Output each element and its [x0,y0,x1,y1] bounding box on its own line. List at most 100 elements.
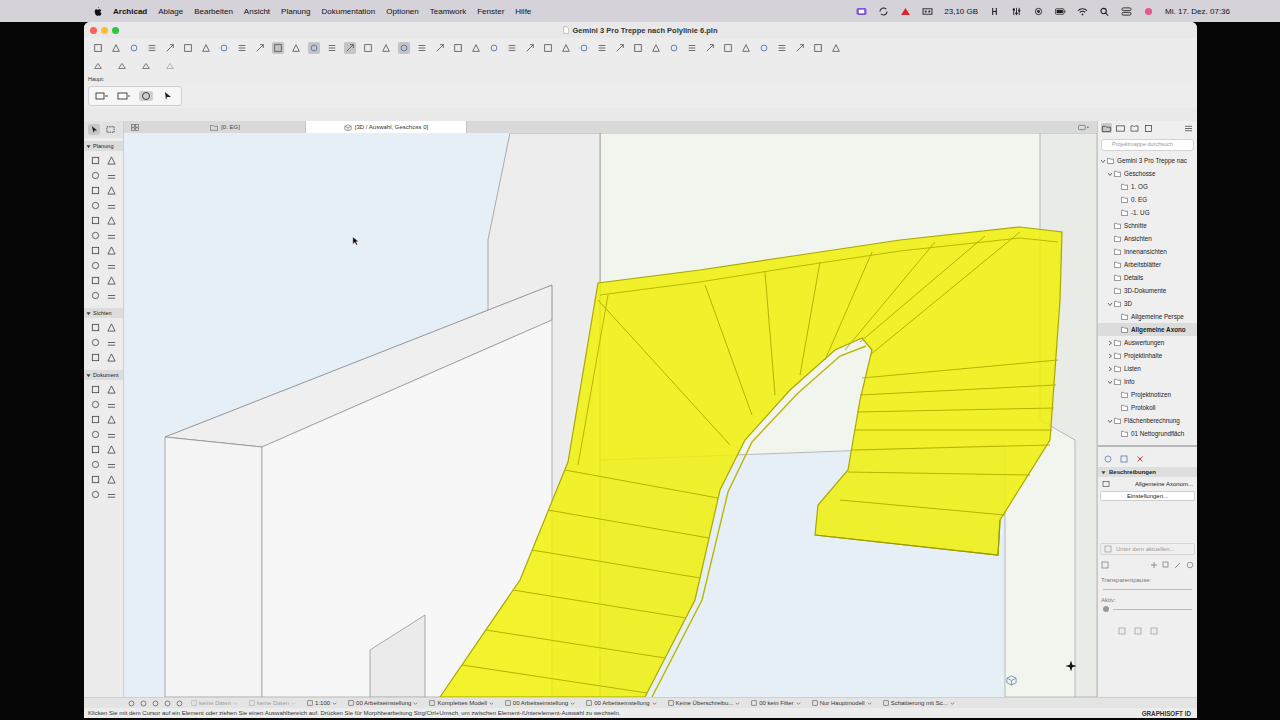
toolbar-button[interactable] [524,42,536,54]
toolbar-button[interactable] [344,42,356,54]
tool-button[interactable] [87,350,104,365]
refresh-icon[interactable] [1186,561,1194,569]
toolbar-button[interactable] [722,42,734,54]
tool-button[interactable] [87,472,104,487]
window-icon[interactable] [1118,627,1126,635]
tree-item[interactable]: Gemini 3 Pro Treppe nac [1098,154,1197,167]
navigation-button-icon[interactable] [140,700,147,707]
view-tab[interactable]: [0. EG] [145,121,306,133]
tree-item[interactable]: Details [1098,271,1197,284]
toolbar-button[interactable] [488,42,500,54]
toolbar-button[interactable] [164,42,176,54]
toolbar-button[interactable] [830,42,842,54]
storage-indicator[interactable]: 23,10 GB [944,7,978,16]
marquee-icon[interactable] [117,91,131,101]
toolbar-button[interactable] [704,42,716,54]
tool-button[interactable] [87,487,104,502]
toolbar-button[interactable] [560,42,572,54]
tool-button[interactable] [104,487,121,502]
status-item[interactable]: keine Daten [188,700,241,706]
splitter[interactable] [1098,445,1197,451]
tool-button[interactable] [104,397,121,412]
toolbar-button[interactable] [236,42,248,54]
active-slider[interactable] [1098,605,1197,613]
tool-button[interactable] [87,442,104,457]
toolbox-section-header[interactable]: Sichten [84,308,123,318]
tab-overview-button[interactable] [124,121,145,133]
tool-button[interactable] [104,335,121,350]
tool-button[interactable] [104,382,121,397]
toolbar-button[interactable] [146,42,158,54]
tree-item[interactable]: 1. OG [1098,180,1197,193]
snap-icon[interactable] [139,91,153,101]
toolbar-button[interactable] [794,42,806,54]
alert-icon[interactable] [900,7,911,16]
tool-button[interactable] [104,213,121,228]
navigation-button-icon[interactable] [128,700,135,707]
layer-dropdown[interactable]: Unter dem aktuellen... [1100,543,1195,555]
tree-item[interactable]: Geschosse [1098,167,1197,180]
edit-icon[interactable] [1174,561,1182,569]
app-menu[interactable]: Archicad [113,7,147,16]
menu-item[interactable]: Planung [281,7,310,16]
tree-item[interactable]: 0. EG [1098,193,1197,206]
tree-item[interactable]: Info [1098,375,1197,388]
clock[interactable]: Mi. 17. Dez. 07:36 [1165,7,1230,16]
chevron-icon[interactable] [1107,379,1113,385]
toolbox-section-header[interactable]: Dokument [84,370,123,380]
menu-item[interactable]: Ansicht [244,7,270,16]
arrow-icon[interactable] [161,91,175,101]
tool-button[interactable] [87,243,104,258]
graphisoft-id-button[interactable]: GRAPHISOFT ID [1142,710,1191,717]
status-item[interactable]: Schattierung mit Sc... [880,700,958,706]
view-cube-icon[interactable] [1006,675,1017,686]
screen-share-icon[interactable] [856,7,867,16]
navigator-menu[interactable] [1183,123,1194,133]
toolbar-button[interactable] [218,42,230,54]
apple-logo-icon[interactable] [93,6,102,17]
layer-icon[interactable] [1101,561,1109,569]
tree-item[interactable]: Auswertungen [1098,336,1197,349]
toolbar-button[interactable] [128,42,140,54]
toolbar-button[interactable] [740,42,752,54]
menu-item[interactable]: Ablage [158,7,183,16]
toolbar-button[interactable] [614,42,626,54]
tool-button[interactable] [87,183,104,198]
chevron-icon[interactable] [1107,171,1113,177]
toolbar-button[interactable] [116,60,128,72]
chevron-icon[interactable] [1107,418,1113,424]
toolbar-button[interactable] [164,60,176,72]
tool-button[interactable] [87,412,104,427]
toolbar-button[interactable] [182,42,194,54]
chevron-icon[interactable] [1107,340,1113,346]
toolbar-button[interactable] [668,42,680,54]
marquee-tool[interactable] [104,124,116,135]
tool-button[interactable] [87,335,104,350]
tool-button[interactable] [104,183,121,198]
window-icon[interactable] [1150,627,1158,635]
chevron-icon[interactable] [1107,366,1113,372]
tool-button[interactable] [104,442,121,457]
tool-button[interactable] [104,320,121,335]
tree-item[interactable]: Ansichten [1098,232,1197,245]
menu-item[interactable]: Bearbeiten [194,7,233,16]
status-item[interactable]: 00 Arbeitseinstellung [502,700,578,706]
tree-item[interactable]: Flächenberechnung [1098,414,1197,427]
status-item[interactable]: 1:100 [304,700,340,706]
toolbar-button[interactable] [776,42,788,54]
view-menu-button[interactable] [1071,121,1097,133]
toolbar-button[interactable] [542,42,554,54]
toolbar-button[interactable] [632,42,644,54]
stair-model[interactable] [124,133,1097,697]
tool-button[interactable] [104,228,121,243]
slider-knob[interactable] [1103,606,1109,612]
zoom-button[interactable] [112,27,119,34]
tool-button[interactable] [87,288,104,303]
status-item[interactable]: Keine Überschreibu... [665,700,744,706]
control-center-icon[interactable] [1121,7,1132,16]
search-field[interactable]: Projektmappe durchsuch [1101,139,1194,151]
status-item[interactable]: keine Daten [246,700,299,706]
tree-item[interactable]: Listen [1098,362,1197,375]
navigation-button-icon[interactable] [176,700,183,707]
status-item[interactable]: 00 kein Filter [748,700,803,706]
